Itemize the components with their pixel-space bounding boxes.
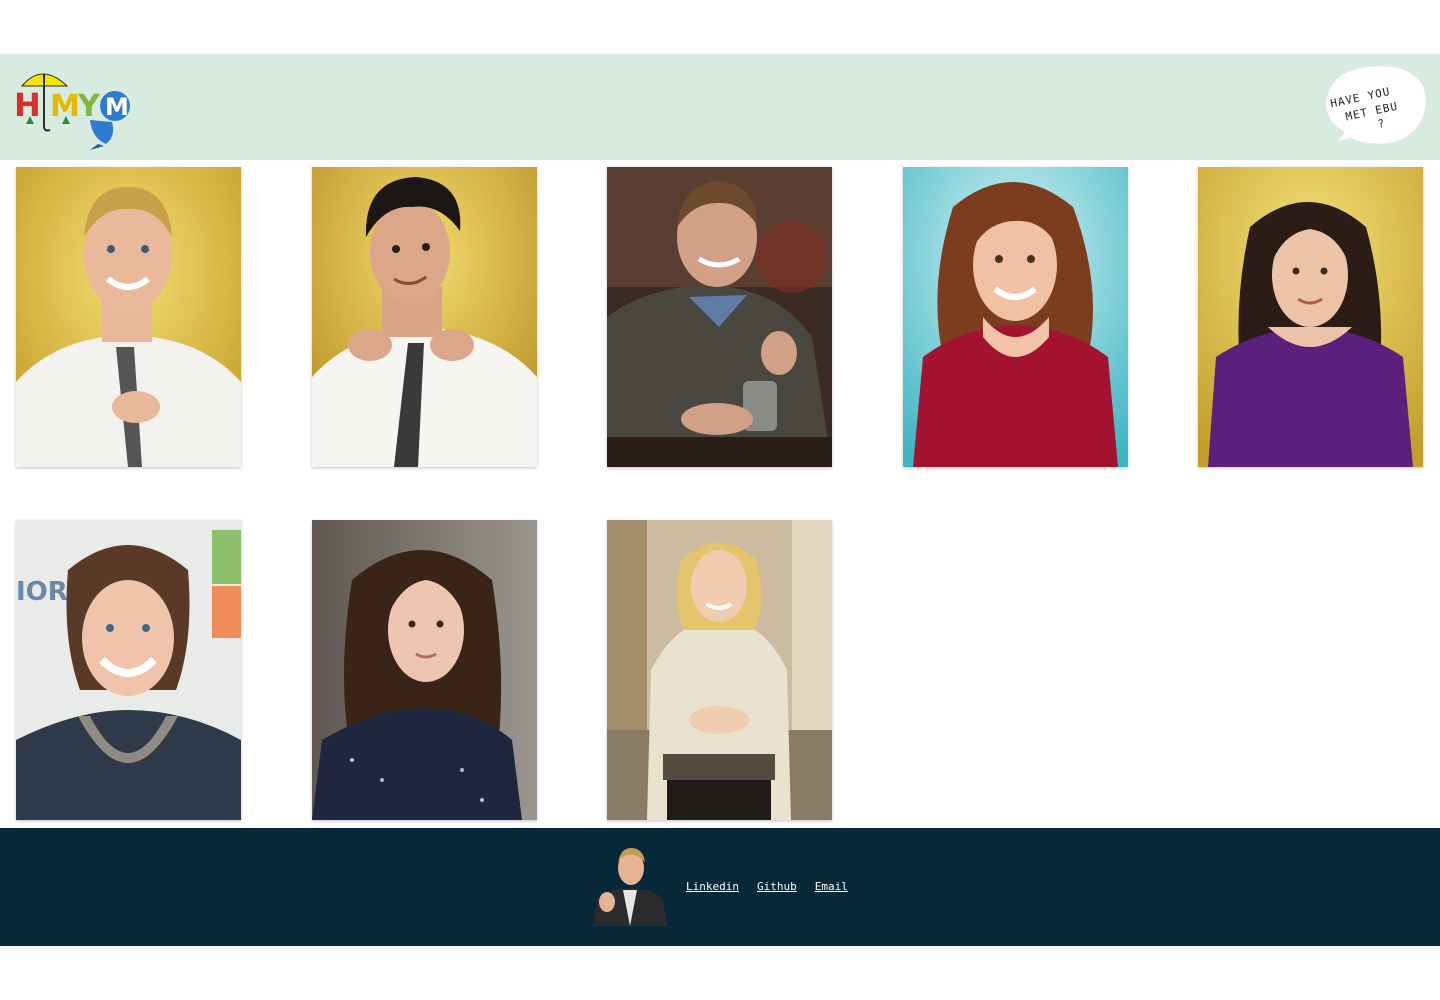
portrait-card-4[interactable]	[903, 167, 1128, 467]
portrait-card-7[interactable]	[312, 520, 537, 820]
himym-logo-icon: H M Y M	[14, 73, 130, 150]
svg-text:H: H	[14, 86, 41, 124]
himym-logo[interactable]: H M Y M	[12, 64, 132, 154]
site-header: H M Y M HAVE YOU MET EBU ?	[0, 54, 1440, 160]
portrait-barney-thumbs-up-icon	[593, 842, 667, 926]
portrait-woman-2-icon	[312, 520, 537, 820]
footer-links: Linkedin Github Email	[686, 880, 848, 893]
portrait-card-2[interactable]	[312, 167, 537, 467]
site-footer: Linkedin Github Email	[0, 828, 1440, 946]
portrait-barney-icon	[16, 167, 241, 467]
have-you-met-badge: HAVE YOU MET EBU ?	[1322, 62, 1430, 150]
portrait-card-3[interactable]	[607, 167, 832, 467]
portrait-marshall-icon	[607, 167, 832, 467]
portrait-card-5[interactable]	[1198, 167, 1423, 467]
portrait-lily-icon	[903, 167, 1128, 467]
portrait-card-1[interactable]	[16, 167, 241, 467]
svg-text:M: M	[105, 93, 129, 121]
portrait-ted-icon	[312, 167, 537, 467]
portrait-card-6[interactable]: IORE	[16, 520, 241, 820]
github-link[interactable]: Github	[757, 880, 797, 893]
badge-line-3: ?	[1377, 117, 1387, 131]
portrait-robin-icon	[1198, 167, 1423, 467]
portrait-woman-3-icon	[607, 520, 832, 820]
badge-text: HAVE YOU MET EBU ?	[1322, 62, 1430, 150]
footer-avatar	[593, 842, 667, 926]
email-link[interactable]: Email	[815, 880, 848, 893]
portrait-card-8[interactable]	[607, 520, 832, 820]
svg-text:Y: Y	[77, 89, 101, 124]
linkedin-link[interactable]: Linkedin	[686, 880, 739, 893]
portrait-woman-1-icon: IORE	[16, 520, 241, 820]
